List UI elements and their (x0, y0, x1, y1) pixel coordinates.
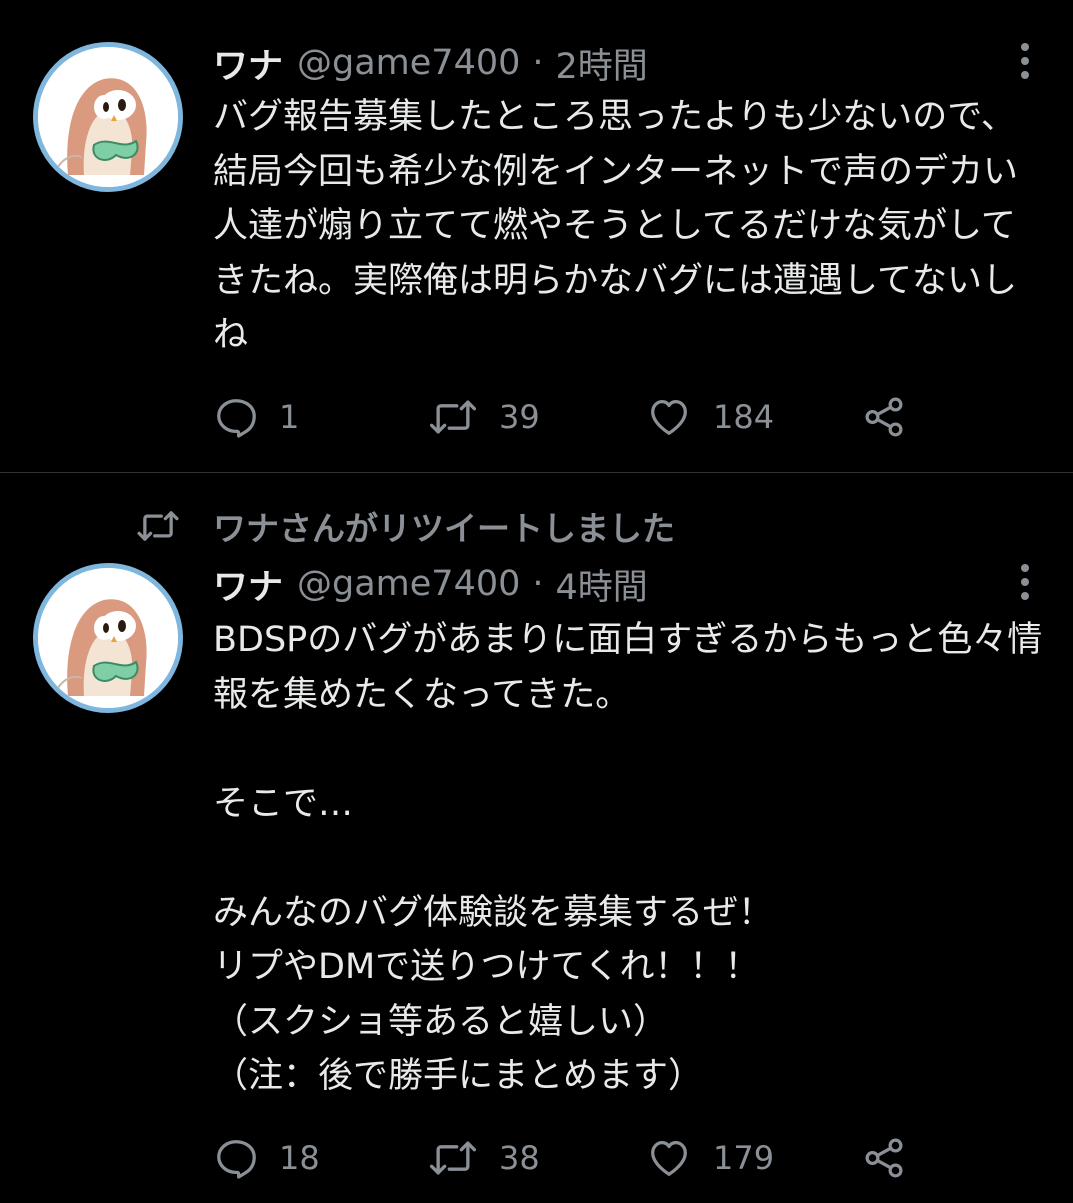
retweet-count: 39 (499, 398, 540, 436)
retweet-icon (429, 400, 477, 434)
reply-icon (217, 1140, 256, 1179)
like-button[interactable]: 184 (645, 387, 774, 447)
tweet-timestamp[interactable]: 2時間 (556, 38, 648, 89)
like-button[interactable]: 179 (645, 1128, 774, 1188)
tweet-text: バグ報告募集したところ思ったよりも少ないので、結局今回も希少な例をインターネット… (213, 97, 1019, 355)
retweet-context-label[interactable]: ワナさんがリツイートしました (213, 502, 675, 550)
share-button[interactable] (861, 387, 907, 447)
heart-icon (651, 1141, 687, 1176)
separator-dot: · (532, 564, 544, 604)
separator-dot: · (532, 43, 544, 83)
tweet-actions: 1 39 184 (213, 387, 933, 447)
retweet-count: 38 (499, 1139, 540, 1177)
more-dots-icon (1021, 43, 1029, 79)
like-count: 179 (713, 1139, 775, 1177)
owl-character-avatar-icon (38, 568, 178, 708)
retweet-button[interactable]: 38 (427, 1128, 540, 1188)
retweet-context: ワナさんがリツイートしました (135, 501, 675, 551)
tweet-header: ワナ @game7400 · 4時間 (213, 559, 648, 609)
more-dots-icon (1021, 564, 1029, 600)
author-handle[interactable]: @game7400 (297, 43, 520, 83)
share-button[interactable] (861, 1128, 907, 1188)
reply-button[interactable]: 1 (213, 387, 299, 447)
tweet-header: ワナ @game7400 · 2時間 (213, 38, 648, 88)
retweet-button[interactable]: 39 (427, 387, 540, 447)
author-display-name[interactable]: ワナ (213, 38, 283, 89)
tweet[interactable]: ワナ @game7400 · 2時間 バグ報告募集したところ思ったよりも少ないの… (0, 0, 1073, 473)
author-display-name[interactable]: ワナ (213, 559, 283, 610)
more-options-button[interactable] (1010, 36, 1040, 86)
author-handle[interactable]: @game7400 (297, 564, 520, 604)
reply-count: 1 (279, 398, 300, 436)
reply-button[interactable]: 18 (213, 1128, 320, 1188)
tweet-timestamp[interactable]: 4時間 (556, 559, 648, 610)
tweet[interactable]: ワナさんがリツイートしました ワナ @game7400 · 4時間 BDSPのバ… (0, 473, 1073, 1203)
heart-icon (651, 400, 687, 435)
share-icon (865, 397, 903, 437)
share-icon (865, 1138, 903, 1178)
reply-icon (217, 399, 256, 438)
avatar[interactable] (33, 42, 183, 192)
retweet-icon (137, 511, 179, 541)
retweet-icon (429, 1141, 477, 1175)
reply-count: 18 (279, 1139, 320, 1177)
like-count: 184 (713, 398, 775, 436)
tweet-text: BDSPのバグがあまりに面白すぎるからもっと色々情報を集めたくなってきた。 そこ… (213, 620, 1043, 1096)
avatar[interactable] (33, 563, 183, 713)
tweet-actions: 18 38 179 (213, 1128, 933, 1188)
more-options-button[interactable] (1010, 557, 1040, 607)
owl-character-avatar-icon (38, 47, 178, 187)
